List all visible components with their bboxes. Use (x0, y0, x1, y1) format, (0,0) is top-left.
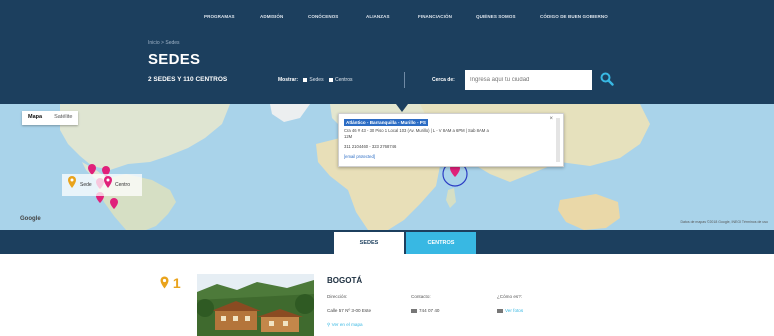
nav-financiacion[interactable]: FINANCIACIÓN (418, 14, 452, 19)
contacto-phone: 744 07 40 (419, 308, 440, 313)
popup-email[interactable]: [email protected] (344, 154, 375, 159)
popup-scrollbar[interactable] (556, 118, 560, 162)
direccion-value: Calle 57 Nº 3-00 Este (327, 308, 372, 313)
sede-photo[interactable] (197, 274, 314, 336)
nav-alianzas[interactable]: ALIANZAS (366, 14, 390, 19)
centros-checkbox[interactable] (328, 77, 333, 82)
show-filter: Mostrar: Sedes Centros (278, 77, 353, 83)
popup-pointer (396, 104, 408, 112)
nav-conocenos[interactable]: CONÓCENOS (308, 14, 338, 19)
close-icon[interactable]: × (549, 116, 553, 122)
popup-address-cont: 12M (344, 134, 353, 139)
sedes-checkbox[interactable] (303, 77, 308, 82)
page-title: SEDES (148, 51, 201, 68)
nav-codigo-buen-gobierno[interactable]: CÓDIGO DE BUEN GOBIERNO (540, 14, 608, 19)
centros-filter-label[interactable]: Centros (335, 77, 353, 83)
ver-en-mapa-label[interactable]: Ver en el mapa (332, 322, 363, 327)
como-es-label: ¿Cómo es?: (497, 294, 523, 299)
sedes-filter-label[interactable]: Sedes (309, 77, 323, 83)
page-subtitle: 2 SEDES Y 110 CENTROS (148, 76, 228, 83)
city-search-input[interactable] (465, 70, 592, 90)
popup-phone: 311 2104460 - 323 2768746 (344, 144, 397, 149)
ver-fotos-link[interactable]: Ver fotos (505, 308, 523, 313)
sede-city: BOGOTÁ (327, 276, 363, 285)
legend-sede-label: Sede (80, 182, 92, 188)
header-divider (404, 72, 405, 88)
near-label: Cerca de: (432, 77, 455, 83)
contacto-label: Contacto: (411, 294, 431, 299)
map-attribution: Datos de mapas ©2018 Google, INEGI Térmi… (680, 220, 768, 224)
tab-sedes[interactable]: SEDES (334, 232, 404, 254)
campus-image (197, 274, 314, 336)
map-legend: Sede Centro (62, 174, 142, 196)
site-header: PROGRAMAS ADMISIÓN CONÓCENOS ALIANZAS FI… (0, 0, 774, 104)
sedes-centros-tabbar: SEDES CENTROS (0, 230, 774, 254)
ver-en-mapa-link[interactable]: ⚲ Ver en el mapa (327, 322, 363, 328)
como-es-value[interactable]: Ver fotos (497, 308, 523, 313)
phone-icon (411, 308, 417, 313)
location-number: 1 (160, 275, 181, 291)
popup-address: Cra 46 # 43 - 30 Piso 1 Local 103 (Av. M… (344, 128, 489, 133)
centro-marker-icon (104, 176, 112, 188)
location-index: 1 (172, 275, 181, 291)
direccion-label: Dirección: (327, 294, 348, 299)
map-pin-icon: ⚲ (327, 322, 331, 327)
search-icon[interactable] (600, 72, 614, 86)
nav-quienes-somos[interactable]: QUIÉNES SOMOS (476, 14, 516, 19)
tab-centros[interactable]: CENTROS (406, 232, 476, 254)
show-label: Mostrar: (278, 77, 299, 83)
map-type-mapa[interactable]: Mapa (22, 111, 48, 125)
sede-marker-icon (68, 176, 76, 188)
map-info-popup: Atlántico - Barranquilla - Murillo - PS … (338, 113, 564, 167)
nav-programas[interactable]: PROGRAMAS (204, 14, 235, 19)
google-logo: Google (20, 216, 41, 222)
breadcrumb[interactable]: Inicio > Sedes (148, 40, 180, 46)
map-type-toggle: Mapa Satélite (22, 111, 79, 125)
map-type-satelite[interactable]: Satélite (48, 111, 78, 125)
camera-icon (497, 308, 503, 313)
location-pin-icon (160, 276, 169, 289)
nav-admision[interactable]: ADMISIÓN (260, 14, 283, 19)
popup-title: Atlántico - Barranquilla - Murillo - PS (344, 119, 428, 126)
contacto-value: 744 07 40 (411, 308, 439, 313)
legend-centro-label: Centro (115, 182, 131, 188)
